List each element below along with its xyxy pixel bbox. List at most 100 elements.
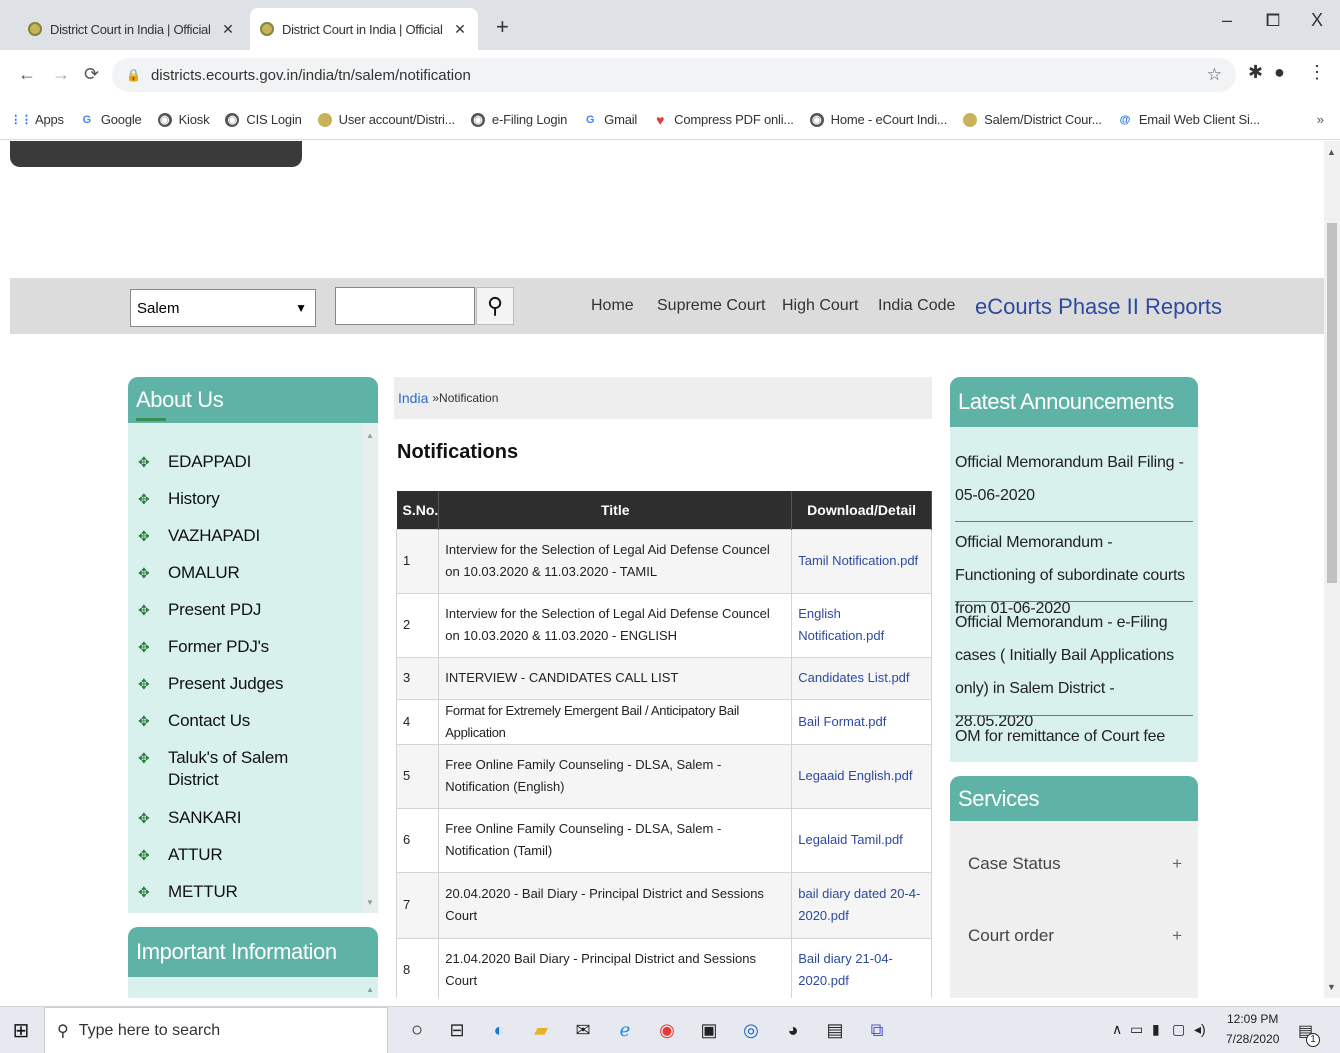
globe-icon: ◉ [157,112,172,127]
minimize-button[interactable]: – [1204,10,1250,31]
bookmark-email-client[interactable]: @ Email Web Client Si... [1118,112,1261,127]
bookmark-google[interactable]: G Google [80,112,142,127]
scrollbar-thumb[interactable] [1327,223,1337,583]
url-field[interactable]: 🔒 districts.ecourts.gov.in/india/tn/sale… [112,58,1236,92]
terminal-icon[interactable]: ▣ [696,1017,722,1043]
table-row: 7 20.04.2020 - Bail Diary - Principal Di… [395,871,932,939]
browser-tab[interactable]: District Court in India | Official W ✕ [18,8,246,50]
close-tab-icon[interactable]: ✕ [220,21,236,38]
page-viewport: Salem ▼ ⚲ Home Supreme Court High Court … [0,141,1324,998]
download-link[interactable]: Tamil Notification.pdf [791,528,932,594]
table-row: 1 Interview for the Selection of Legal A… [395,528,932,594]
about-item-omalur[interactable]: ✥ OMALUR [138,562,240,584]
search-icon: ⚲ [486,293,504,318]
page-scrollbar[interactable]: ▲ ▼ [1324,141,1340,998]
download-link[interactable]: Bail diary 21-04-2020.pdf [791,937,932,998]
search-input[interactable] [335,287,475,325]
restore-button[interactable]: ⧠ [1250,10,1296,31]
list-scrollbar[interactable]: ▲ ▼ [362,423,378,913]
about-item-present-judges[interactable]: ✥ Present Judges [138,673,284,695]
bookmarks-overflow[interactable]: » [1317,112,1324,127]
download-link[interactable]: Legalaid Tamil.pdf [791,807,932,873]
system-clock[interactable]: 12:09 PM 7/28/2020 [1226,1009,1279,1049]
close-tab-icon[interactable]: ✕ [452,21,468,38]
expand-icon[interactable]: + [1172,854,1182,874]
about-item-former-pdjs[interactable]: ✥ Former PDJ's [138,636,269,658]
bookmark-cis-login[interactable]: ◉ CIS Login [225,112,302,127]
announcement-item[interactable]: OM for remittance of Court fee through [955,720,1189,762]
about-item-mettur[interactable]: ✥ METTUR [138,881,238,903]
forward-icon[interactable]: → [52,64,70,85]
internet-explorer-icon[interactable]: ℯ [612,1017,638,1043]
about-item-edappadi[interactable]: ✥ EDAPPADI [138,451,251,473]
bookmark-compress-pdf[interactable]: ♥ Compress PDF onli... [653,112,794,128]
scroll-up-icon[interactable]: ▲ [366,985,374,994]
reload-icon[interactable]: ⟳ [84,64,99,85]
search-button[interactable]: ⚲ [476,287,514,325]
expand-icon[interactable]: + [1172,926,1182,946]
file-explorer-icon[interactable]: ▰ [528,1017,554,1043]
browser-tab-active[interactable]: District Court in India | Official W ✕ [250,8,478,50]
taskbar-search-field[interactable]: ⚲ Type here to search [44,1007,388,1053]
bookmark-user-account[interactable]: User account/Distri... [317,112,455,127]
district-select[interactable]: Salem ▼ [130,289,316,327]
new-tab-button[interactable]: + [496,14,509,40]
task-view-icon[interactable]: ⊟ [444,1017,470,1043]
bookmark-gmail[interactable]: G Gmail [583,112,637,127]
app-icon[interactable]: ◎ [738,1017,764,1043]
volume-icon[interactable]: ◂) [1194,1021,1206,1038]
mail-icon[interactable]: ✉ [570,1017,596,1043]
bookmark-kiosk[interactable]: ◉ Kiosk [157,112,210,127]
emblem-icon [260,22,274,36]
about-item-attur[interactable]: ✥ ATTUR [138,844,223,866]
chrome-icon[interactable]: ◉ [654,1017,680,1043]
diamond-icon: ✥ [138,847,150,863]
menu-icon[interactable]: ⋮ [1308,62,1326,83]
nav-ecourts-reports[interactable]: eCourts Phase II Reports [975,294,1222,320]
column-header: Title [438,491,793,529]
microphone-icon[interactable]: ▮ [1152,1021,1160,1038]
nav-home[interactable]: Home [591,297,634,315]
teams-icon[interactable]: ⧉ [864,1017,890,1043]
announcement-item[interactable]: Official Memorandum - e-Filing cases ( I… [955,606,1189,738]
about-item-history[interactable]: ✥ History [138,488,220,510]
bookmark-home-ecourt[interactable]: ◉ Home - eCourt Indi... [809,112,947,127]
extensions-icon[interactable]: ✱ [1248,62,1263,83]
bookmark-apps[interactable]: ⋮⋮ Apps [10,112,64,127]
nav-india-code[interactable]: India Code [878,297,955,315]
download-link[interactable]: bail diary dated 20-4-2020.pdf [791,871,932,939]
download-link[interactable]: Bail Format.pdf [791,698,932,745]
close-window-button[interactable]: X [1294,10,1340,31]
about-item-sankari[interactable]: ✥ SANKARI [138,807,241,829]
download-link[interactable]: Candidates List.pdf [791,656,932,700]
back-icon[interactable]: ← [18,64,36,85]
bookmark-salem-district[interactable]: Salem/District Cour... [963,112,1102,127]
scroll-up-icon[interactable]: ▲ [1327,147,1336,157]
tray-chevron-icon[interactable]: ∧ [1112,1021,1122,1038]
network-icon[interactable]: ▭ [1130,1021,1143,1038]
about-us-heading: About Us [128,377,378,423]
scroll-down-icon[interactable]: ▼ [1327,982,1336,992]
profile-icon[interactable]: ● [1274,62,1285,83]
display-icon[interactable]: ▢ [1172,1021,1185,1038]
windows-start-icon[interactable]: ⊞ [8,1017,34,1043]
media-player-icon[interactable]: ◕ [780,1017,806,1043]
announcement-item[interactable]: Official Memorandum Bail Filing - 05-06-… [955,446,1189,512]
service-court-order[interactable]: Court order + [968,926,1182,946]
about-item-taluks[interactable]: ✥ Taluk's of Salem District [138,747,298,791]
bookmark-efiling[interactable]: ◉ e-Filing Login [470,112,567,127]
download-link[interactable]: English Notification.pdf [791,592,932,658]
notepad-icon[interactable]: ▤ [822,1017,848,1043]
about-item-vazhapadi[interactable]: ✥ VAZHAPADI [138,525,260,547]
diamond-icon: ✥ [138,750,150,766]
cortana-icon[interactable]: ○ [404,1017,430,1043]
download-link[interactable]: Legaaid English.pdf [791,743,932,809]
about-item-contact-us[interactable]: ✥ Contact Us [138,710,250,732]
nav-supreme-court[interactable]: Supreme Court [657,297,766,315]
breadcrumb-root[interactable]: India [398,390,428,406]
bookmark-star-icon[interactable]: ☆ [1207,65,1222,85]
nav-high-court[interactable]: High Court [782,297,858,315]
service-case-status[interactable]: Case Status + [968,854,1182,874]
edge-icon[interactable]: ◐ [486,1017,512,1043]
about-item-present-pdj[interactable]: ✥ Present PDJ [138,599,261,621]
